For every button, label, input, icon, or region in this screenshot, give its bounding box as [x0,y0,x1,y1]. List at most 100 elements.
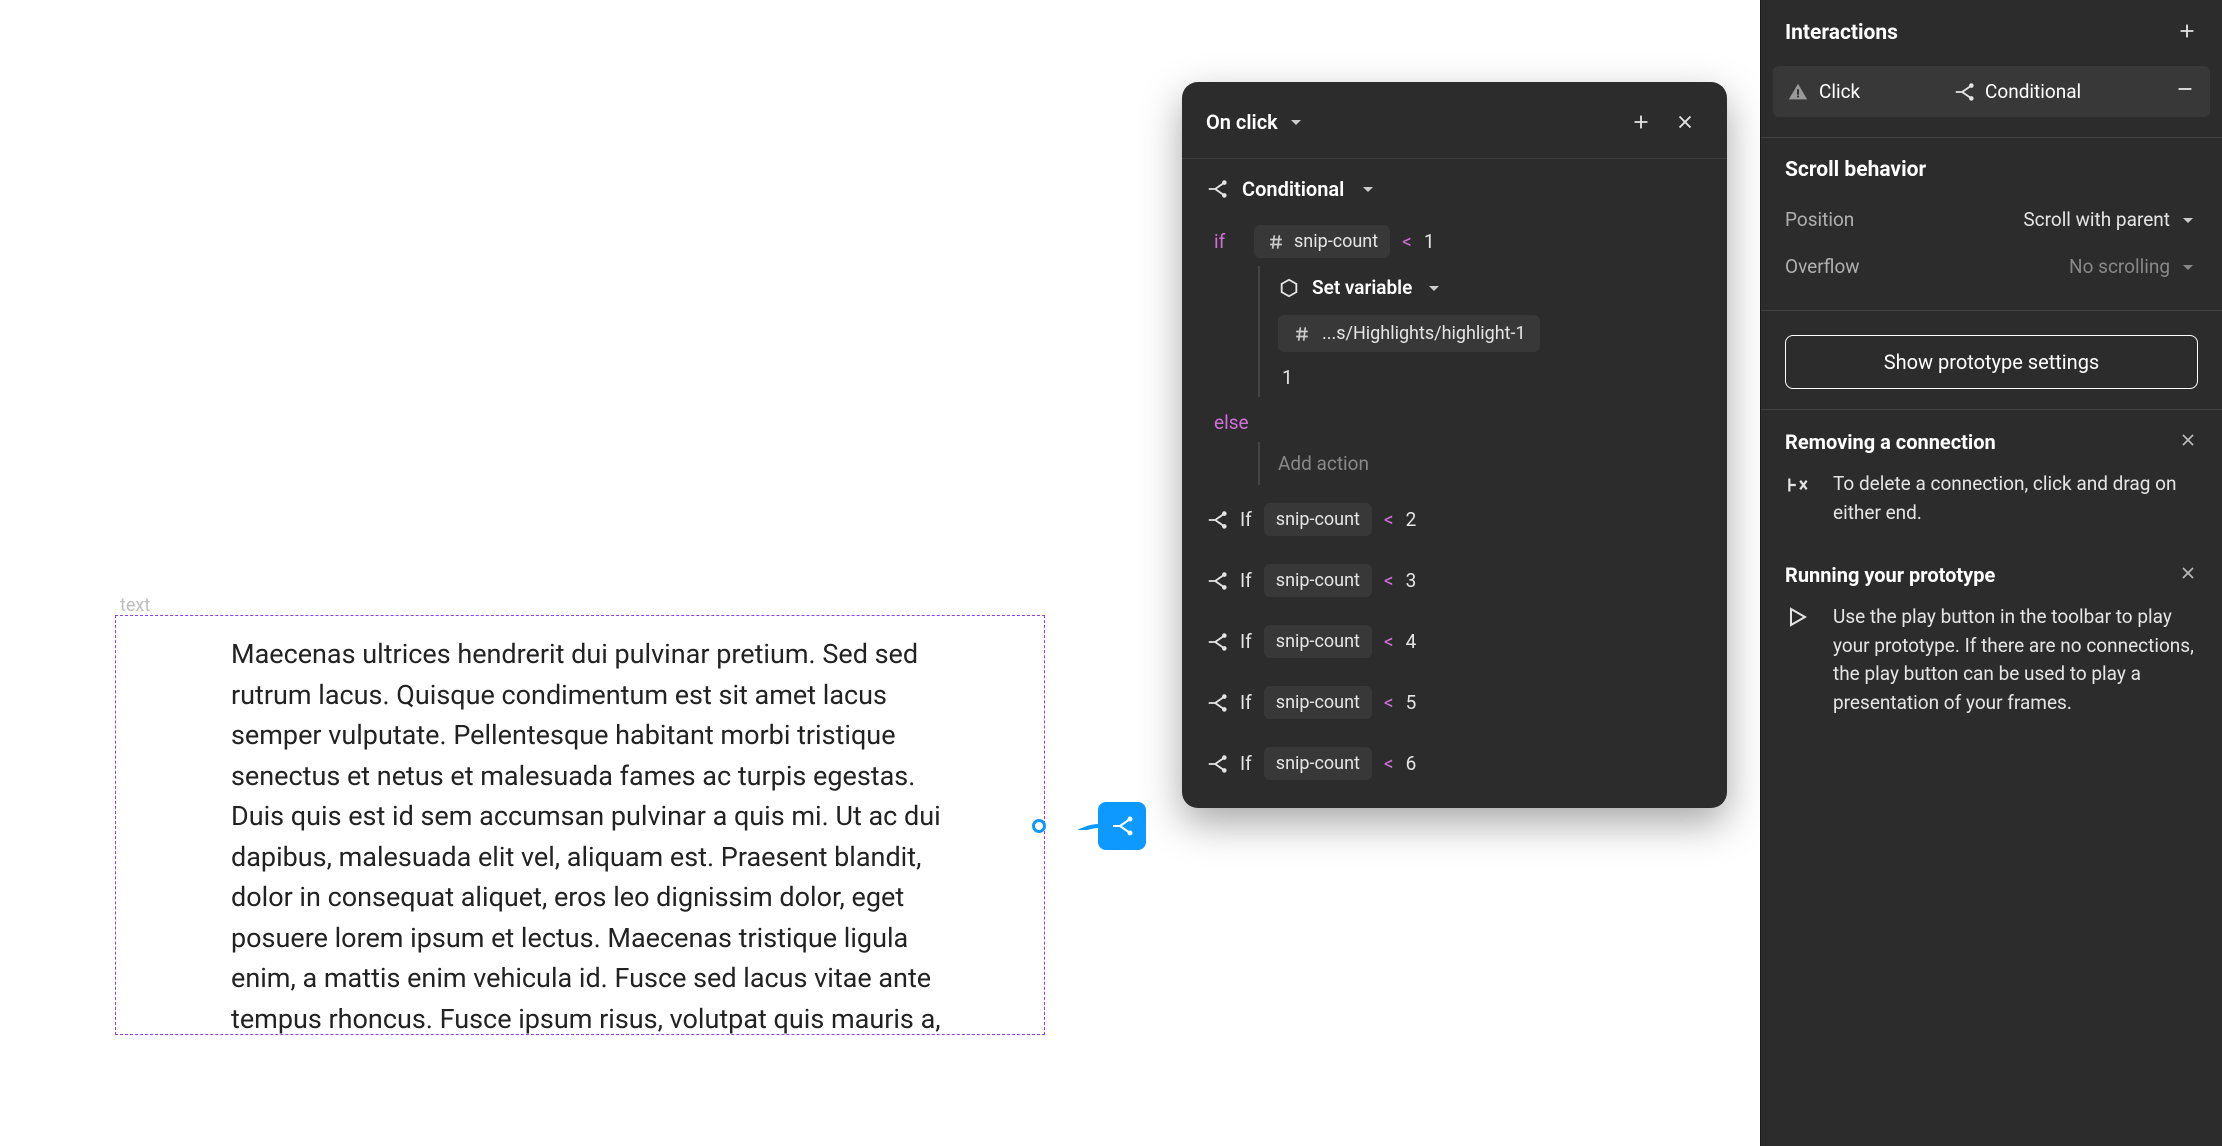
if-keyword: if [1214,230,1242,253]
dismiss-help-button[interactable] [2178,563,2198,587]
if-condition-row[interactable]: if snip-count < 1 [1214,217,1703,266]
if-label: If [1240,691,1252,714]
comparison-value: 1 [1424,230,1435,253]
add-interaction-button[interactable] [2176,20,2198,46]
minus-icon [2174,78,2196,100]
comparison-value: 6 [1406,752,1417,775]
branch-icon [1206,753,1228,775]
collapsed-conditional-row[interactable]: If snip-count < 3 [1182,550,1727,611]
plus-icon [2176,20,2198,42]
target-variable-chip[interactable]: ...s/Highlights/highlight-1 [1278,315,1540,352]
trigger-segment: Click [1787,80,1860,103]
variable-name: snip-count [1276,753,1360,774]
variable-name: snip-count [1276,631,1360,652]
text-body: Maecenas ultrices hendrerit dui pulvinar… [231,634,944,1039]
variable-chip[interactable]: snip-count [1264,564,1372,597]
settings-section: Show prototype settings [1761,311,2222,409]
variable-chip[interactable]: snip-count [1264,686,1372,719]
target-variable-name: ...s/Highlights/highlight-1 [1322,323,1526,344]
set-variable-row[interactable]: Set variable [1278,266,1703,309]
branch-icon [1206,178,1228,200]
assigned-value[interactable]: 1 [1278,358,1703,397]
right-sidebar: Interactions Click Conditional Scroll be… [1760,0,2222,1146]
hexagon-icon [1278,277,1300,299]
prototype-connector[interactable] [1032,790,1147,850]
warning-icon [1787,81,1809,103]
else-body: Add action [1258,442,1703,485]
variable-name: snip-count [1294,231,1378,252]
collapsed-conditional-row[interactable]: If snip-count < 5 [1182,672,1727,733]
interaction-row[interactable]: Click Conditional [1773,66,2210,117]
else-row[interactable]: else [1214,397,1703,442]
operator: < [1384,752,1394,775]
overflow-value[interactable]: No scrolling [2069,255,2198,278]
play-icon [1785,603,1815,717]
dismiss-help-button[interactable] [2178,430,2198,454]
help-running-prototype: Running your prototype Use the play butt… [1761,563,2222,753]
help-text: To delete a connection, click and drag o… [1833,470,2198,527]
close-panel-button[interactable] [1667,104,1703,140]
variable-name: snip-count [1276,692,1360,713]
variable-chip[interactable]: snip-count [1264,503,1372,536]
collapsed-conditional-row[interactable]: If snip-count < 2 [1182,489,1727,550]
if-branch: if snip-count < 1 Set variable ...s/High… [1182,213,1727,489]
comparison-value: 2 [1406,508,1417,531]
add-action-button[interactable] [1623,104,1659,140]
add-action-placeholder[interactable]: Add action [1278,442,1703,485]
operator: < [1384,508,1394,531]
help-text: Use the play button in the toolbar to pl… [1833,603,2198,717]
variable-chip[interactable]: snip-count [1264,625,1372,658]
overflow-label: Overflow [1785,255,1860,278]
plus-icon [1630,111,1652,133]
comparison-value: 3 [1406,569,1417,592]
branch-icon [1206,570,1228,592]
text-frame[interactable]: Maecenas ultrices hendrerit dui pulvinar… [115,615,1045,1035]
chevron-down-icon [1358,179,1378,199]
variable-chip[interactable]: snip-count [1264,747,1372,780]
operator: < [1384,569,1394,592]
action-segment: Conditional [1953,80,2081,103]
conditional-row[interactable]: Conditional [1182,159,1727,213]
disconnect-icon [1785,470,1815,527]
collapsed-conditional-row[interactable]: If snip-count < 6 [1182,733,1727,794]
hash-icon [1292,324,1312,344]
chevron-down-icon [2178,257,2198,277]
frame-label: text [120,595,150,616]
branch-icon [1953,81,1975,103]
if-label: If [1240,508,1252,531]
onclick-panel: On click Conditional if snip-count < 1 [1182,82,1727,808]
scroll-title: Scroll behavior [1785,158,2198,182]
interactions-title: Interactions [1785,21,1898,45]
if-label: If [1240,630,1252,653]
operator: < [1384,691,1394,714]
close-icon [2178,563,2198,583]
onclick-header: On click [1182,82,1727,158]
show-prototype-settings-button[interactable]: Show prototype settings [1785,335,2198,389]
if-label: If [1240,752,1252,775]
else-keyword: else [1214,411,1249,434]
branch-icon [1110,814,1134,838]
chevron-down-icon [1286,112,1306,132]
close-icon [2178,430,2198,450]
trigger-label: Click [1819,80,1860,103]
set-variable-label: Set variable [1312,276,1412,299]
if-body: Set variable ...s/Highlights/highlight-1… [1258,266,1703,397]
action-label: Conditional [1985,80,2081,103]
operator: < [1384,630,1394,653]
variable-name: snip-count [1276,509,1360,530]
remove-interaction-button[interactable] [2174,78,2196,105]
chevron-down-icon [2178,210,2198,230]
position-value[interactable]: Scroll with parent [2023,208,2198,231]
branch-icon [1206,509,1228,531]
variable-chip[interactable]: snip-count [1254,225,1390,258]
hash-icon [1266,232,1286,252]
onclick-title-text: On click [1206,110,1278,134]
onclick-title[interactable]: On click [1206,110,1306,134]
operator: < [1402,230,1412,253]
comparison-value: 4 [1406,630,1417,653]
conditional-label: Conditional [1242,177,1344,201]
collapsed-conditional-row[interactable]: If snip-count < 4 [1182,611,1727,672]
position-label: Position [1785,208,1854,231]
variable-name: snip-count [1276,570,1360,591]
conditional-badge[interactable] [1098,802,1146,850]
